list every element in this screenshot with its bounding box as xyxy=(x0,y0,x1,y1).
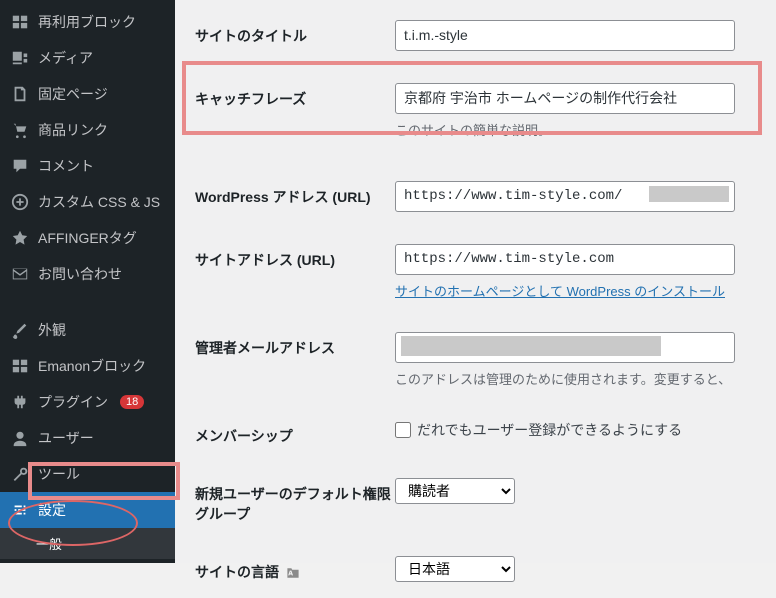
label-admin-email: 管理者メールアドレス xyxy=(195,332,395,388)
membership-checkbox-wrapper[interactable]: だれでもユーザー登録ができるようにする xyxy=(395,420,766,440)
redacted-email xyxy=(401,336,661,356)
sidebar-item-label: AFFINGERタグ xyxy=(38,228,137,248)
sidebar-item-label: ユーザー xyxy=(38,428,94,448)
desc-tagline: このサイトの簡単な説明。 xyxy=(395,120,766,139)
cart-icon xyxy=(10,120,30,140)
plus-icon xyxy=(10,192,30,212)
label-site-language: サイトの言語 xyxy=(195,556,395,582)
checkbox-membership[interactable] xyxy=(395,422,411,438)
sidebar-item-appearance[interactable]: 外観 xyxy=(0,312,175,348)
row-admin-email: 管理者メールアドレス このアドレスは管理のために使用されます。変更すると、 xyxy=(175,316,776,404)
row-site-language: サイトの言語 日本語 xyxy=(175,540,776,598)
row-membership: メンバーシップ だれでもユーザー登録ができるようにする xyxy=(175,404,776,462)
sidebar-item-pages[interactable]: 固定ページ xyxy=(0,76,175,112)
sidebar-item-emanon-blocks[interactable]: Emanonブロック xyxy=(0,348,175,384)
settings-icon xyxy=(10,500,30,520)
star-icon xyxy=(10,228,30,248)
label-site-title: サイトのタイトル xyxy=(195,20,395,51)
wrench-icon xyxy=(10,464,30,484)
sidebar-item-label: 再利用ブロック xyxy=(38,12,136,32)
sidebar-item-label: 商品リンク xyxy=(38,120,108,140)
row-wp-address: WordPress アドレス (URL) xyxy=(175,155,776,228)
sidebar-item-settings[interactable]: 設定 xyxy=(0,492,175,528)
sidebar-item-label: 設定 xyxy=(38,500,66,520)
label-tagline: キャッチフレーズ xyxy=(195,83,395,139)
sidebar-item-label: カスタム CSS & JS xyxy=(38,192,160,212)
redacted-segment xyxy=(649,186,729,202)
page-icon xyxy=(10,84,30,104)
user-icon xyxy=(10,428,30,448)
plugin-icon xyxy=(10,392,30,412)
submenu-label: 一般 xyxy=(36,537,62,552)
row-default-role: 新規ユーザーのデフォルト権限グループ 購読者 xyxy=(175,462,776,540)
input-site-address[interactable] xyxy=(395,244,735,275)
sidebar-item-label: 外観 xyxy=(38,320,66,340)
label-default-role: 新規ユーザーのデフォルト権限グループ xyxy=(195,478,395,524)
brush-icon xyxy=(10,320,30,340)
input-site-title[interactable] xyxy=(395,20,735,51)
label-membership: メンバーシップ xyxy=(195,420,395,446)
admin-sidebar: 再利用ブロック メディア 固定ページ 商品リンク コメント カスタム CSS &… xyxy=(0,0,175,563)
sidebar-item-label: コメント xyxy=(38,156,94,176)
sidebar-item-reusable-blocks[interactable]: 再利用ブロック xyxy=(0,4,175,40)
sidebar-item-label: 固定ページ xyxy=(38,84,108,104)
desc-admin-email: このアドレスは管理のために使用されます。変更すると、 xyxy=(395,369,766,388)
sidebar-item-label: メディア xyxy=(38,48,93,68)
row-site-title: サイトのタイトル xyxy=(175,0,776,67)
select-default-role[interactable]: 購読者 xyxy=(395,478,515,504)
sidebar-item-label: プラグイン xyxy=(38,392,108,412)
sidebar-item-media[interactable]: メディア xyxy=(0,40,175,76)
sidebar-item-affinger-tag[interactable]: AFFINGERタグ xyxy=(0,220,175,256)
media-icon xyxy=(10,48,30,68)
row-tagline: キャッチフレーズ このサイトの簡単な説明。 xyxy=(175,67,776,155)
sidebar-item-label: Emanonブロック xyxy=(38,356,146,376)
comment-icon xyxy=(10,156,30,176)
sidebar-item-plugins[interactable]: プラグイン 18 xyxy=(0,384,175,420)
sidebar-spacer xyxy=(0,292,175,312)
sidebar-item-label: お問い合わせ xyxy=(38,264,122,284)
submenu-general[interactable]: 一般 xyxy=(0,528,175,559)
blocks-icon xyxy=(10,356,30,376)
row-site-address: サイトアドレス (URL) サイトのホームページとして WordPress のイ… xyxy=(175,228,776,316)
checkbox-label: だれでもユーザー登録ができるようにする xyxy=(417,420,682,440)
label-wp-address: WordPress アドレス (URL) xyxy=(195,181,395,212)
select-site-language[interactable]: 日本語 xyxy=(395,556,515,582)
blocks-icon xyxy=(10,12,30,32)
sidebar-item-custom-css-js[interactable]: カスタム CSS & JS xyxy=(0,184,175,220)
sidebar-item-users[interactable]: ユーザー xyxy=(0,420,175,456)
sidebar-item-contact[interactable]: お問い合わせ xyxy=(0,256,175,292)
settings-main: サイトのタイトル キャッチフレーズ このサイトの簡単な説明。 WordPress… xyxy=(175,0,776,563)
mail-icon xyxy=(10,264,30,284)
translate-icon xyxy=(285,566,301,580)
sidebar-item-product-links[interactable]: 商品リンク xyxy=(0,112,175,148)
label-site-address: サイトアドレス (URL) xyxy=(195,244,395,300)
sidebar-item-comments[interactable]: コメント xyxy=(0,148,175,184)
plugin-update-badge: 18 xyxy=(120,395,144,409)
link-site-address-help[interactable]: サイトのホームページとして WordPress のインストール xyxy=(395,284,725,299)
sidebar-item-tools[interactable]: ツール xyxy=(0,456,175,492)
sidebar-item-label: ツール xyxy=(38,464,80,484)
input-tagline[interactable] xyxy=(395,83,735,114)
